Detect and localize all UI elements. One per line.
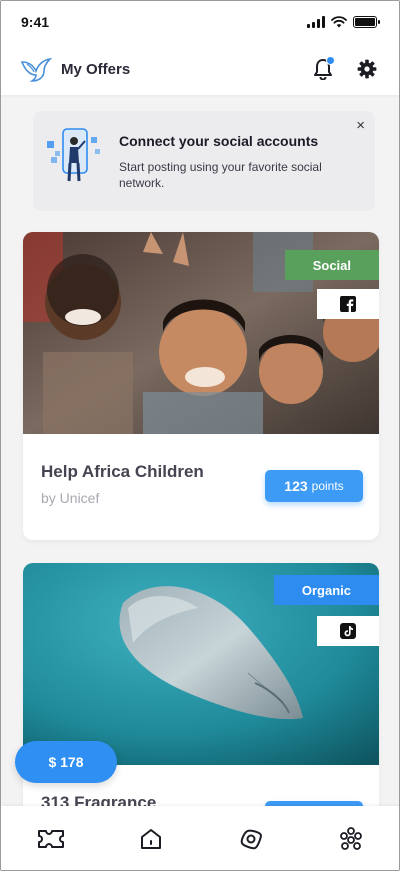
status-icons (307, 16, 380, 28)
category-label: Social (312, 257, 351, 273)
dove-icon (20, 57, 53, 82)
offer-image: Organic (23, 563, 379, 765)
price-pill[interactable]: $ 178 (15, 741, 117, 783)
category-label: Organic (301, 582, 351, 598)
status-time: 9:41 (21, 14, 50, 30)
settings-button[interactable] (353, 55, 381, 83)
category-tag: Social (284, 250, 379, 280)
connect-social-banner[interactable]: Connect your social accounts Start posti… (33, 111, 375, 211)
offer-image: Social (23, 232, 379, 434)
tab-home[interactable] (129, 817, 173, 861)
category-tag: Organic (273, 575, 379, 605)
app-header: My Offers (1, 43, 399, 95)
ticket-icon (38, 830, 64, 848)
banner-text: Connect your social accounts Start posti… (119, 133, 361, 191)
status-bar: 9:41 (1, 1, 399, 43)
points-unit: points (311, 479, 344, 493)
compass-icon (240, 829, 262, 850)
facebook-icon (317, 289, 379, 319)
tiktok-icon (317, 616, 379, 646)
signal-icon (307, 16, 325, 28)
offer-card[interactable]: Social Help Africa Children by Unicef 12… (23, 232, 379, 540)
notifications-button[interactable] (309, 55, 337, 83)
social-connect-illustration (47, 128, 100, 182)
battery-icon (353, 16, 380, 28)
offer-info: Help Africa Children by Unicef 123 point… (23, 434, 379, 506)
points-value: 123 (284, 478, 308, 494)
points-button[interactable]: 123 points (265, 470, 363, 502)
banner-subtitle: Start posting using your favorite social… (119, 160, 322, 191)
tab-community[interactable] (329, 817, 373, 861)
tab-offers[interactable] (29, 817, 73, 861)
gear-icon (357, 59, 377, 79)
close-icon[interactable]: × (356, 117, 365, 134)
offers-feed[interactable]: Connect your social accounts Start posti… (1, 95, 399, 806)
notification-badge (326, 56, 335, 65)
tab-explore[interactable] (229, 817, 273, 861)
home-icon (141, 829, 161, 849)
tab-bar (1, 806, 399, 870)
community-icon (340, 827, 362, 850)
page-title: My Offers (61, 60, 131, 78)
wifi-icon (331, 16, 347, 28)
app-frame: 9:41 My Offers Connect your social accou… (0, 0, 400, 871)
banner-title: Connect your social accounts (119, 133, 319, 149)
